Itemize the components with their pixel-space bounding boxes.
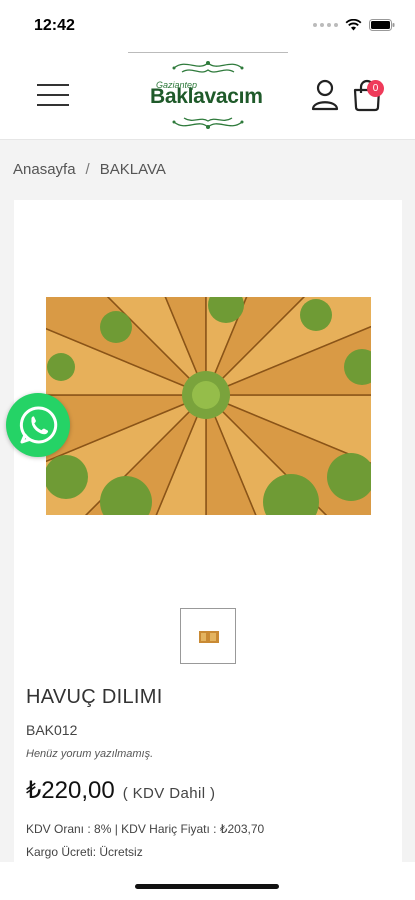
product-thumbnail[interactable] — [180, 608, 236, 664]
bottom-bar — [0, 862, 415, 900]
signal-icon — [313, 23, 338, 27]
whatsapp-button[interactable] — [6, 393, 70, 457]
product-card: HAVUÇ DILIMI BAK012 Henüz yorum yazılmam… — [14, 200, 402, 880]
tax-info: KDV Oranı : 8% | KDV Hariç Fiyatı : ₺203… — [26, 822, 265, 836]
menu-button[interactable] — [37, 83, 71, 107]
account-button[interactable] — [310, 79, 340, 116]
cargo-info: Kargo Ücreti: Ücretsiz — [26, 845, 143, 859]
cart-count-badge: 0 — [367, 80, 384, 97]
breadcrumb-separator: / — [85, 161, 90, 178]
site-header: Gaziantep Baklavacım 0 — [0, 52, 415, 140]
breadcrumb-home[interactable]: Anasayfa — [13, 161, 76, 178]
review-note[interactable]: Henüz yorum yazılmamış. — [26, 748, 153, 760]
whatsapp-icon — [19, 406, 58, 444]
product-code: BAK012 — [26, 722, 78, 738]
status-icons — [313, 19, 395, 31]
kdv-label: ( KDV Dahil ) — [122, 785, 216, 802]
status-bar: 12:42 — [0, 0, 415, 52]
breadcrumb-current[interactable]: BAKLAVA — [100, 161, 166, 178]
price-row: ₺220,00 ( KDV Dahil ) — [26, 776, 215, 805]
status-time: 12:42 — [34, 17, 75, 34]
product-image[interactable] — [46, 297, 371, 515]
logo-text: Baklavacım — [150, 85, 263, 108]
user-icon — [311, 79, 339, 111]
wifi-icon — [345, 19, 362, 31]
battery-icon — [369, 19, 395, 31]
product-title: HAVUÇ DILIMI — [26, 686, 163, 708]
product-price: ₺220,00 — [26, 777, 115, 804]
breadcrumb: Anasayfa / BAKLAVA — [13, 161, 166, 178]
home-indicator[interactable] — [135, 884, 279, 889]
brand-logo[interactable]: Gaziantep Baklavacım — [128, 52, 288, 140]
